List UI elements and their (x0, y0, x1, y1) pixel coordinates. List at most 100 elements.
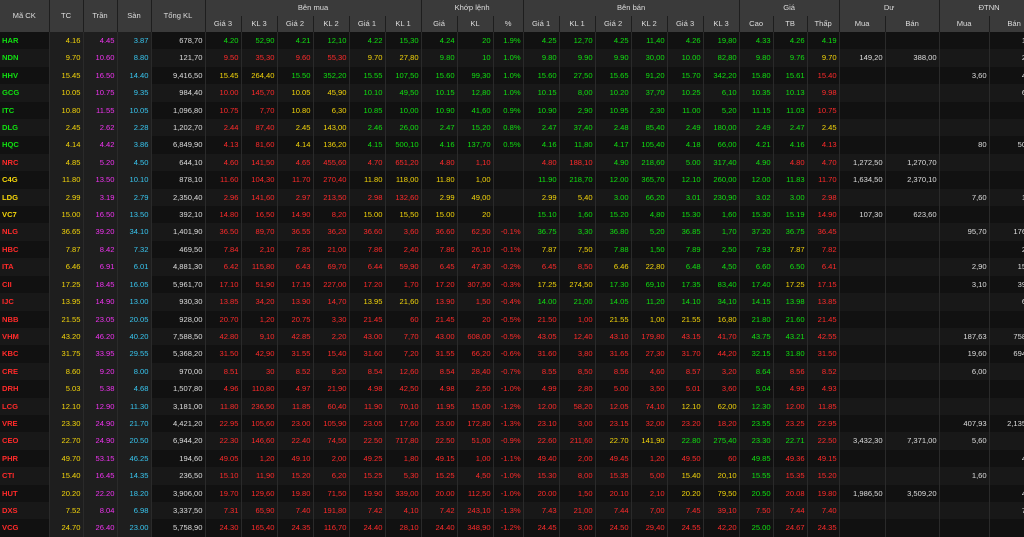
table-row[interactable]: IJC 13.95 14.90 13.00 930,30 13.85 34,20 13.90 1… (0, 293, 1024, 311)
cell-ask-vol-3: 19,80 (703, 32, 740, 50)
col-bid-price-2[interactable]: Giá 2 (277, 15, 314, 32)
cell-symbol[interactable]: LDG (0, 188, 50, 207)
cell-symbol[interactable]: HQC (0, 136, 50, 154)
col-low[interactable]: Thấp (807, 15, 840, 32)
table-row[interactable]: HUT 20.20 22.20 18.20 3,906,00 19.70 129,60 19.… (0, 484, 1024, 502)
table-row[interactable]: ITA 6.46 6.91 6.01 4,881,30 6.42 115,80 6.43 69,… (0, 258, 1024, 276)
col-foreign-sell[interactable]: Bán (989, 15, 1024, 32)
col-ask-price-3[interactable]: Giá 3 (667, 15, 704, 32)
cell-residual-sell (885, 66, 940, 85)
table-row[interactable]: HBC 7.87 8.42 7.32 469,50 7.84 2,10 7.85 21,00 7.… (0, 240, 1024, 259)
cell-symbol[interactable]: CRE (0, 362, 50, 381)
table-row[interactable]: C4G 11.80 13.50 10.10 878,10 11.60 104,30 11.70… (0, 171, 1024, 189)
col-match-vol[interactable]: KL (457, 15, 494, 32)
table-row[interactable]: HHV 15.45 16.50 14.40 9,416,50 15.45 264,40 15.… (0, 66, 1024, 85)
table-row[interactable]: CTI 15.40 16.45 14.35 236,50 15.10 11,90 15.20 6… (0, 467, 1024, 485)
cell-symbol[interactable]: C4G (0, 171, 50, 189)
cell-symbol[interactable]: DLG (0, 119, 50, 137)
table-row[interactable]: GCG 10.05 10.75 9.35 984,40 10.00 145,70 10.05 4… (0, 84, 1024, 102)
cell-symbol[interactable]: HHV (0, 66, 50, 85)
col-bid-vol-2[interactable]: KL 2 (313, 15, 350, 32)
col-floor[interactable]: Sàn (117, 0, 152, 32)
cell-foreign-buy (939, 310, 990, 328)
cell-symbol[interactable]: CII (0, 275, 50, 294)
col-ask-vol-3[interactable]: KL 3 (703, 15, 740, 32)
cell-symbol[interactable]: KBC (0, 345, 50, 363)
cell-symbol[interactable]: NDN (0, 49, 50, 67)
cell-avg: 6.50 (773, 258, 808, 276)
table-row[interactable]: VC7 15.00 16.50 13.50 392,10 14.80 16,50 14.90 8… (0, 206, 1024, 224)
col-residual-buy[interactable]: Mua (839, 15, 886, 32)
table-row[interactable]: DLG 2.45 2.62 2.28 1,202,70 2.44 87,40 2.45 143,… (0, 119, 1024, 137)
col-ask-price-1[interactable]: Giá 1 (523, 15, 560, 32)
cell-symbol[interactable]: DXS (0, 501, 50, 520)
table-row[interactable]: NBB 21.55 23.05 20.05 928,00 20.70 1,20 20.75 3,… (0, 310, 1024, 328)
cell-symbol[interactable]: VRE (0, 414, 50, 433)
cell-symbol[interactable]: HAR (0, 32, 50, 50)
col-high[interactable]: Cao (739, 15, 774, 32)
table-row[interactable]: DRH 5.03 5.38 4.68 1,507,80 4.96 110,80 4.97 21,… (0, 380, 1024, 398)
cell-ask-vol-1: 3,80 (559, 345, 596, 363)
cell-symbol[interactable]: NBB (0, 310, 50, 328)
col-residual-sell[interactable]: Bán (885, 15, 940, 32)
col-match-pct[interactable]: % (493, 15, 524, 32)
cell-bid-price-1: 15.25 (349, 467, 386, 485)
col-ask-vol-2[interactable]: KL 2 (631, 15, 668, 32)
cell-foreign-buy (939, 484, 990, 502)
col-ref[interactable]: TC (49, 0, 84, 32)
table-row[interactable]: VHM 43.20 46.20 40.20 7,588,50 42.80 9,10 42.85… (0, 327, 1024, 346)
col-match-price[interactable]: Giá (421, 15, 458, 32)
table-row[interactable]: NLG 36.65 39.20 34.10 1,401,90 36.50 89,70 36.5… (0, 223, 1024, 241)
cell-symbol[interactable]: VHM (0, 327, 50, 346)
cell-bid-price-1: 2.46 (349, 119, 386, 137)
cell-symbol[interactable]: VCG (0, 519, 50, 537)
cell-symbol[interactable]: NLG (0, 223, 50, 241)
cell-symbol[interactable]: GCG (0, 84, 50, 102)
cell-symbol[interactable]: PHR (0, 449, 50, 468)
col-bid-vol-1[interactable]: KL 1 (385, 15, 422, 32)
table-row[interactable]: KBC 31.75 33.95 29.55 5,368,20 31.50 42,90 31.5… (0, 345, 1024, 363)
col-bid-price-3[interactable]: Giá 3 (205, 15, 242, 32)
cell-symbol[interactable]: CEO (0, 432, 50, 450)
col-bid-vol-3[interactable]: KL 3 (241, 15, 278, 32)
cell-symbol[interactable]: DRH (0, 380, 50, 398)
table-row[interactable]: VRE 23.30 24.90 21.70 4,421,20 22.95 105,60 23.… (0, 414, 1024, 433)
cell-symbol[interactable]: ITC (0, 101, 50, 120)
cell-symbol[interactable]: LCG (0, 397, 50, 415)
cell-total-vol: 930,30 (151, 293, 206, 311)
col-total-vol[interactable]: Tổng KL (151, 0, 206, 32)
table-row[interactable]: HQC 4.14 4.42 3.86 6,849,90 4.13 81,60 4.14 136,… (0, 136, 1024, 154)
table-row[interactable]: NRC 4.85 5.20 4.50 644,10 4.60 141,50 4.65 455,6… (0, 153, 1024, 172)
cell-ceil: 5.20 (83, 153, 118, 172)
table-row[interactable]: ITC 10.80 11.55 10.05 1,096,80 10.75 7,70 10.80… (0, 101, 1024, 120)
cell-floor: 14.35 (117, 467, 152, 485)
cell-symbol[interactable]: IJC (0, 293, 50, 311)
table-row[interactable]: LDG 2.99 3.19 2.79 2,350,40 2.96 141,60 2.97 213… (0, 188, 1024, 207)
table-row[interactable]: NDN 9.70 10.60 8.80 121,70 9.50 35,30 9.60 55,30… (0, 49, 1024, 67)
table-row[interactable]: CEO 22.70 24.90 20.50 6,944,20 22.30 146,60 22.… (0, 432, 1024, 450)
cell-symbol[interactable]: HBC (0, 240, 50, 259)
col-ask-price-2[interactable]: Giá 2 (595, 15, 632, 32)
cell-match-price: 20.00 (421, 484, 458, 502)
cell-symbol[interactable]: HUT (0, 484, 50, 502)
table-row[interactable]: CII 17.25 18.45 16.05 5,961,70 17.10 51,90 17.1… (0, 275, 1024, 294)
cell-symbol[interactable]: VC7 (0, 206, 50, 224)
col-bid-price-1[interactable]: Giá 1 (349, 15, 386, 32)
table-row[interactable]: CRE 8.60 9.20 8.00 970,00 8.51 30 8.52 8,20 8.54 1… (0, 362, 1024, 381)
table-row[interactable]: HAR 4.16 4.45 3.87 678,70 4.20 52,90 4.21 12,10 4… (0, 32, 1024, 50)
cell-symbol[interactable]: ITA (0, 258, 50, 276)
col-symbol[interactable]: Mã CK (0, 0, 50, 32)
table-row[interactable]: DXS 7.52 8.04 6.98 3,337,50 7.31 65,90 7.40 191,… (0, 501, 1024, 520)
cell-ask-price-3: 5.01 (667, 380, 704, 398)
cell-avg: 23.25 (773, 414, 808, 433)
cell-symbol[interactable]: CTI (0, 467, 50, 485)
table-row[interactable]: LCG 12.10 12.90 11.30 3,181,00 11.80 236,50 11.… (0, 397, 1024, 415)
table-row[interactable]: VCG 24.70 26.40 23.00 5,758,90 24.30 165,40 24.… (0, 519, 1024, 537)
cell-total-vol: 9,416,50 (151, 66, 206, 85)
col-avg[interactable]: TB (773, 15, 808, 32)
col-ask-vol-1[interactable]: KL 1 (559, 15, 596, 32)
col-ceil[interactable]: Trần (83, 0, 118, 32)
cell-symbol[interactable]: NRC (0, 153, 50, 172)
table-row[interactable]: PHR 49.70 53.15 46.25 194,60 49.05 1,20 49.10 2,… (0, 449, 1024, 468)
col-foreign-buy[interactable]: Mua (939, 15, 990, 32)
